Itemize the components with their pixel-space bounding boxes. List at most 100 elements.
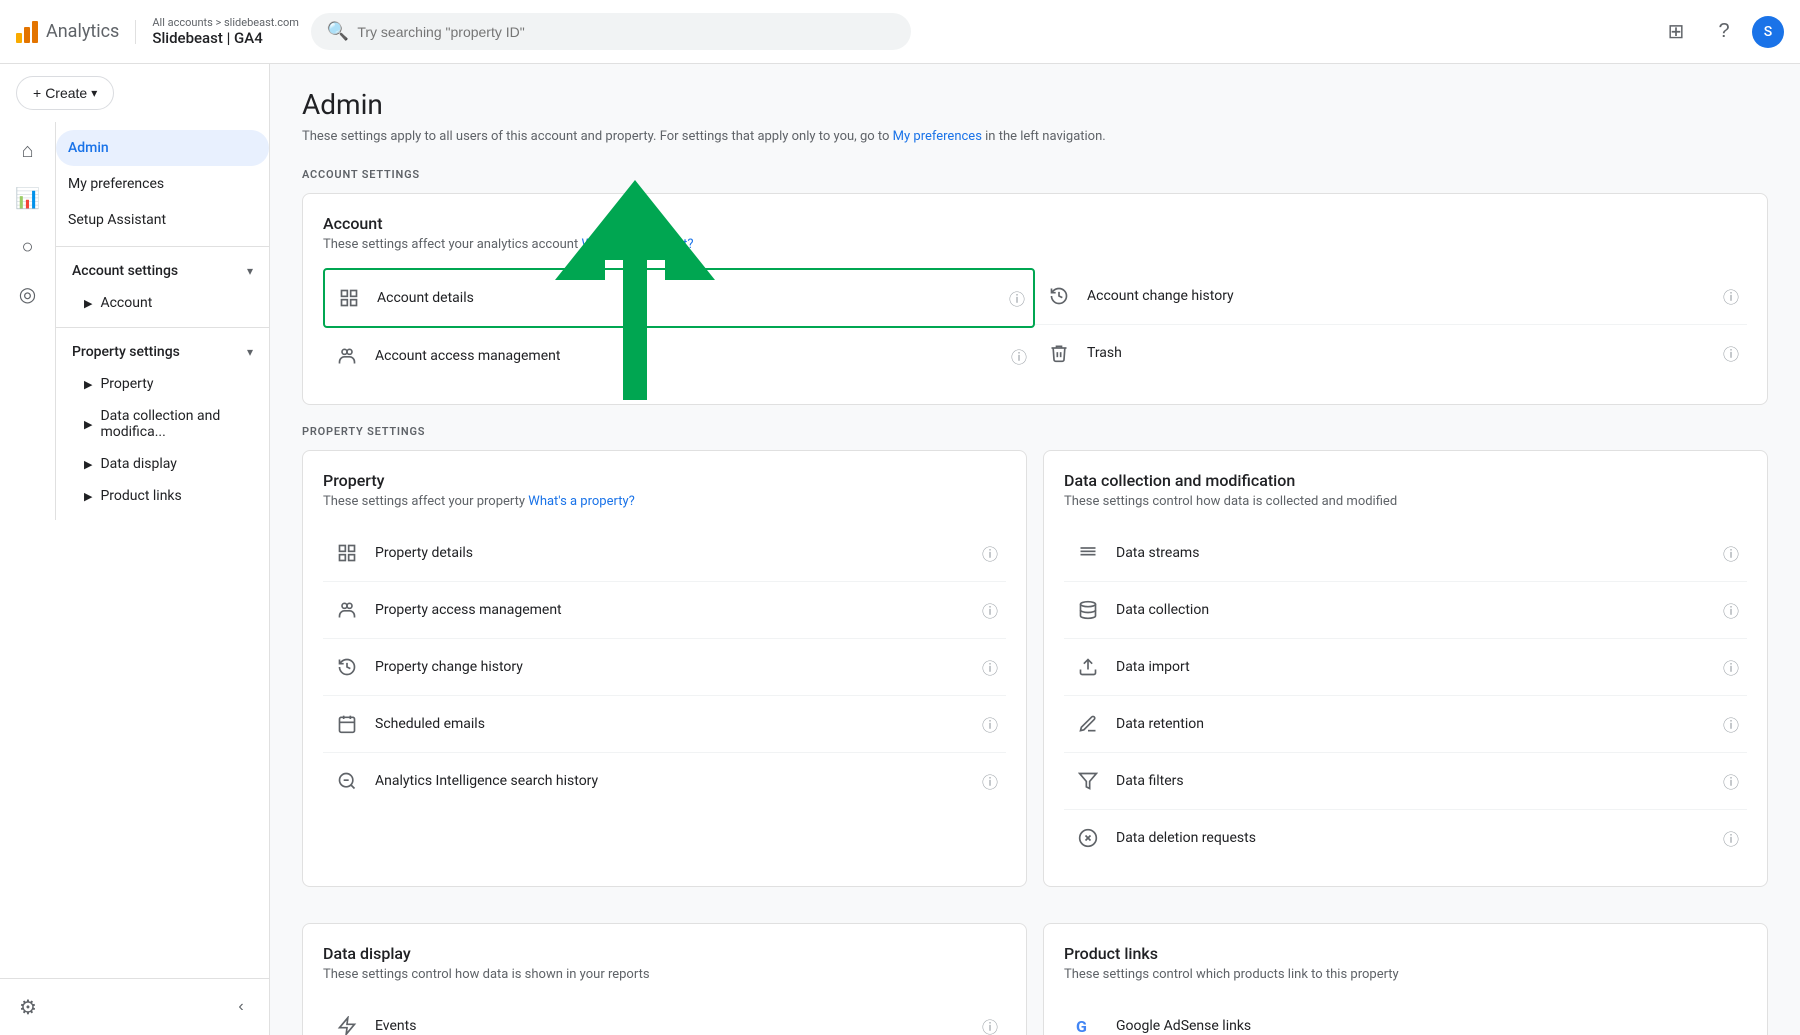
data-display-sub-label: Data display xyxy=(100,456,176,472)
sidebar-item-data-collection[interactable]: ▶ Data collection and modifica... xyxy=(56,400,261,448)
help-icon-btn[interactable]: ? xyxy=(1704,12,1744,52)
data-deletion-item[interactable]: Data deletion requests ⓘ xyxy=(1064,810,1747,866)
collapse-sidebar-button[interactable]: ‹ xyxy=(221,987,261,1027)
data-filters-item[interactable]: Data filters ⓘ xyxy=(1064,753,1747,810)
sidebar-menu: Admin My preferences Setup Assistant Acc… xyxy=(56,122,269,520)
sidebar-item-property[interactable]: ▶ Property xyxy=(56,368,261,400)
sidebar-item-data-display[interactable]: ▶ Data display xyxy=(56,448,261,480)
sidebar-item-product-links[interactable]: ▶ Product links xyxy=(56,480,261,512)
data-display-chevron: ▶ xyxy=(84,458,92,471)
data-import-help-icon[interactable]: ⓘ xyxy=(1723,655,1739,679)
data-import-item[interactable]: Data import ⓘ xyxy=(1064,639,1747,696)
data-collection-help-icon[interactable]: ⓘ xyxy=(1723,598,1739,622)
search-bar[interactable]: 🔍 xyxy=(311,13,911,50)
settings-button[interactable]: ⚙ xyxy=(8,987,48,1027)
property-details-label: Property details xyxy=(375,545,970,561)
sidebar-item-my-preferences[interactable]: My preferences xyxy=(56,166,269,202)
account-access-icon xyxy=(331,340,363,372)
search-icon: 🔍 xyxy=(327,21,349,42)
account-details-help-icon[interactable]: ⓘ xyxy=(1009,286,1025,310)
my-preferences-link[interactable]: My preferences xyxy=(893,129,982,144)
account-card: Account These settings affect your analy… xyxy=(302,193,1768,405)
product-links-card-desc: These settings control which products li… xyxy=(1064,967,1747,982)
avatar[interactable]: S xyxy=(1752,16,1784,48)
help-icon: ? xyxy=(1718,20,1729,43)
admin-label: Admin xyxy=(68,140,109,156)
create-button[interactable]: + Create ▾ xyxy=(16,76,114,110)
property-chevron: ▶ xyxy=(84,378,92,391)
account-access-item[interactable]: Account access management ⓘ xyxy=(323,328,1035,384)
account-details-item[interactable]: Account details ⓘ xyxy=(323,268,1035,328)
data-deletion-help-icon[interactable]: ⓘ xyxy=(1723,826,1739,850)
nav-reports-icon-btn[interactable]: 📊 xyxy=(8,178,48,218)
what-is-property-link[interactable]: What's a property? xyxy=(528,494,634,509)
account-details-icon xyxy=(333,282,365,314)
scheduled-emails-icon xyxy=(331,708,363,740)
ai-search-history-item[interactable]: Analytics Intelligence search history ⓘ xyxy=(323,753,1006,809)
trash-help-icon[interactable]: ⓘ xyxy=(1723,341,1739,365)
sidebar-account-settings-section[interactable]: Account settings ▾ xyxy=(56,255,269,287)
data-retention-item[interactable]: Data retention ⓘ xyxy=(1064,696,1747,753)
property-details-item[interactable]: Property details ⓘ xyxy=(323,525,1006,582)
account-change-history-help-icon[interactable]: ⓘ xyxy=(1723,284,1739,308)
sidebar-divider-2 xyxy=(56,327,269,328)
property-details-help-icon[interactable]: ⓘ xyxy=(982,541,998,565)
sidebar-item-account[interactable]: ▶ Account xyxy=(56,287,261,319)
account-info: All accounts > slidebeast.com Slidebeast… xyxy=(152,16,299,47)
account-access-help-icon[interactable]: ⓘ xyxy=(1011,344,1027,368)
data-display-card: Data display These settings control how … xyxy=(302,923,1027,1035)
events-help-icon[interactable]: ⓘ xyxy=(982,1014,998,1035)
data-collection-card-items: Data streams ⓘ Data collection ⓘ xyxy=(1064,525,1747,866)
nav-advertising-icon-btn[interactable]: ◎ xyxy=(8,274,48,314)
property-access-item[interactable]: Property access management ⓘ xyxy=(323,582,1006,639)
data-retention-icon xyxy=(1072,708,1104,740)
data-deletion-icon xyxy=(1072,822,1104,854)
layout: + Create ▾ ⌂ 📊 ○ ◎ Admin My preferences xyxy=(0,64,1800,1035)
what-is-account-link[interactable]: What's an account? xyxy=(581,237,693,252)
topbar-actions: ⊞ ? S xyxy=(1656,12,1784,52)
events-item[interactable]: Events ⓘ xyxy=(323,998,1006,1035)
product-links-chevron: ▶ xyxy=(84,490,92,503)
product-links-card: Product links These settings control whi… xyxy=(1043,923,1768,1035)
events-label: Events xyxy=(375,1018,970,1034)
search-input[interactable] xyxy=(357,24,895,40)
logo-area: Analytics All accounts > slidebeast.com … xyxy=(16,16,299,47)
data-collection-item[interactable]: Data collection ⓘ xyxy=(1064,582,1747,639)
account-change-history-item[interactable]: Account change history ⓘ xyxy=(1035,268,1747,325)
data-retention-help-icon[interactable]: ⓘ xyxy=(1723,712,1739,736)
property-access-help-icon[interactable]: ⓘ xyxy=(982,598,998,622)
data-streams-item[interactable]: Data streams ⓘ xyxy=(1064,525,1747,582)
my-preferences-label: My preferences xyxy=(68,176,164,192)
adsense-logo-icon: G xyxy=(1072,1010,1104,1035)
account-name: Slidebeast | GA4 xyxy=(152,29,299,47)
nav-home-icon-btn[interactable]: ⌂ xyxy=(8,130,48,170)
left-nav-icons: ⌂ 📊 ○ ◎ xyxy=(0,122,56,520)
sidebar: + Create ▾ ⌂ 📊 ○ ◎ Admin My preferences xyxy=(0,64,270,1035)
ai-search-history-help-icon[interactable]: ⓘ xyxy=(982,769,998,793)
property-change-history-help-icon[interactable]: ⓘ xyxy=(982,655,998,679)
data-filters-help-icon[interactable]: ⓘ xyxy=(1723,769,1739,793)
sidebar-item-setup-assistant[interactable]: Setup Assistant xyxy=(56,202,269,238)
sidebar-item-admin[interactable]: Admin xyxy=(56,130,269,166)
collapse-icon: ‹ xyxy=(238,998,243,1016)
data-streams-help-icon[interactable]: ⓘ xyxy=(1723,541,1739,565)
create-chevron-icon: ▾ xyxy=(91,86,97,100)
nav-explore-icon-btn[interactable]: ○ xyxy=(8,226,48,266)
adsense-links-item[interactable]: G Google AdSense links xyxy=(1064,998,1747,1035)
property-card-desc: These settings affect your property What… xyxy=(323,494,1006,509)
property-access-icon xyxy=(331,594,363,626)
account-change-history-label: Account change history xyxy=(1087,288,1711,304)
scheduled-emails-item[interactable]: Scheduled emails ⓘ xyxy=(323,696,1006,753)
property-access-label: Property access management xyxy=(375,602,970,618)
trash-label: Trash xyxy=(1087,345,1711,361)
logo-bar-3 xyxy=(32,21,38,43)
property-details-icon xyxy=(331,537,363,569)
product-links-card-items: G Google AdSense links A Google Ads link… xyxy=(1064,998,1747,1035)
data-collection-card-desc: These settings control how data is colle… xyxy=(1064,494,1747,509)
apps-icon-btn[interactable]: ⊞ xyxy=(1656,12,1696,52)
trash-item[interactable]: Trash ⓘ xyxy=(1035,325,1747,381)
data-display-card-title: Data display xyxy=(323,944,1006,963)
sidebar-property-settings-section[interactable]: Property settings ▾ xyxy=(56,336,269,368)
scheduled-emails-help-icon[interactable]: ⓘ xyxy=(982,712,998,736)
property-change-history-item[interactable]: Property change history ⓘ xyxy=(323,639,1006,696)
